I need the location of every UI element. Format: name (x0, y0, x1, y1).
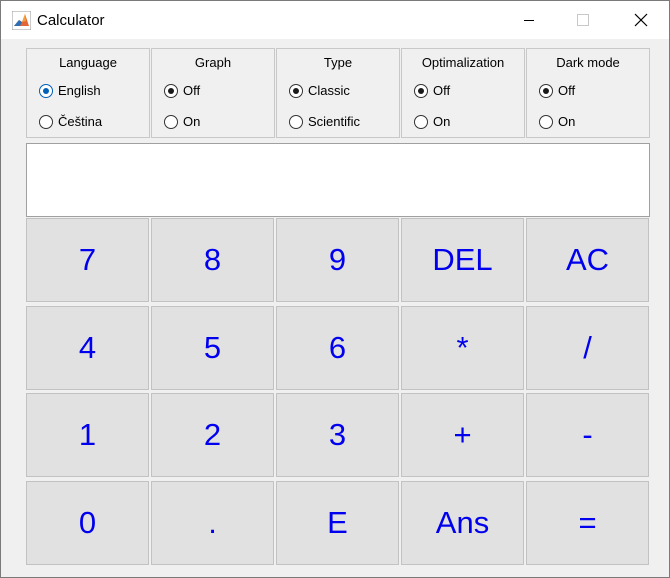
key-4[interactable]: 4 (26, 306, 149, 390)
radio-optimalization-on[interactable]: On (414, 114, 450, 129)
radio-label: Off (433, 83, 451, 98)
minimize-icon (524, 20, 534, 21)
calculator-display[interactable] (26, 143, 650, 217)
radio-type-scientific[interactable]: Scientific (289, 114, 360, 129)
title-bar: Calculator (1, 1, 669, 39)
maximize-icon (577, 14, 589, 26)
radio-label: Scientific (308, 114, 361, 129)
multiply-button[interactable]: * (401, 306, 524, 390)
radio-language-english[interactable]: English (39, 83, 101, 98)
key-9[interactable]: 9 (276, 218, 399, 302)
key-7[interactable]: 7 (26, 218, 149, 302)
add-button[interactable]: + (401, 393, 524, 477)
panel-title: Graph (194, 55, 232, 70)
radio-selected-icon[interactable] (164, 83, 178, 98)
key-5[interactable]: 5 (151, 306, 274, 390)
radio-type-classic[interactable]: Classic (289, 83, 350, 98)
matlab-logo-icon (12, 11, 31, 30)
close-icon (634, 13, 648, 27)
panel-title: Dark mode (556, 55, 620, 70)
radio-unselected-icon[interactable] (39, 114, 53, 129)
all-clear-button[interactable]: AC (526, 218, 649, 302)
equals-button[interactable]: = (526, 481, 649, 565)
divide-button[interactable]: / (526, 306, 649, 390)
radio-label: On (433, 114, 451, 129)
key-0[interactable]: 0 (26, 481, 149, 565)
radio-label: English (58, 83, 101, 98)
radio-label: On (558, 114, 576, 129)
calculator-window: Calculator Language English Čeština Grap… (0, 0, 670, 578)
window-title: Calculator (37, 12, 105, 29)
decimal-point-button[interactable]: . (151, 481, 274, 565)
key-6[interactable]: 6 (276, 306, 399, 390)
radio-selected-icon[interactable] (39, 83, 53, 98)
key-3[interactable]: 3 (276, 393, 399, 477)
language-panel: Language English Čeština (26, 48, 150, 138)
radio-label: On (183, 114, 201, 129)
radio-label: Off (558, 83, 576, 98)
radio-dark-mode-on[interactable]: On (539, 114, 575, 129)
graph-panel: Graph Off On (151, 48, 275, 138)
delete-button[interactable]: DEL (401, 218, 524, 302)
answer-button[interactable]: Ans (401, 481, 524, 565)
key-8[interactable]: 8 (151, 218, 274, 302)
radio-unselected-icon[interactable] (414, 114, 428, 129)
radio-selected-icon[interactable] (414, 83, 428, 98)
radio-unselected-icon[interactable] (164, 114, 178, 129)
radio-label: Off (183, 83, 201, 98)
radio-label: Čeština (58, 114, 103, 129)
panel-title: Optimalization (421, 55, 505, 70)
radio-unselected-icon[interactable] (539, 114, 553, 129)
dark-mode-panel: Dark mode Off On (526, 48, 650, 138)
radio-selected-icon[interactable] (289, 83, 303, 98)
panel-title: Type (323, 55, 353, 70)
radio-selected-icon[interactable] (539, 83, 553, 98)
radio-language-cestina[interactable]: Čeština (39, 114, 102, 129)
radio-graph-on[interactable]: On (164, 114, 200, 129)
radio-dark-mode-off[interactable]: Off (539, 83, 575, 98)
radio-unselected-icon[interactable] (289, 114, 303, 129)
optimalization-panel: Optimalization Off On (401, 48, 525, 138)
radio-label: Classic (308, 83, 350, 98)
subtract-button[interactable]: - (526, 393, 649, 477)
maximize-button[interactable] (560, 1, 606, 39)
key-2[interactable]: 2 (151, 393, 274, 477)
minimize-button[interactable] (506, 1, 552, 39)
key-1[interactable]: 1 (26, 393, 149, 477)
exponent-button[interactable]: E (276, 481, 399, 565)
panel-title: Language (59, 55, 117, 70)
type-panel: Type Classic Scientific (276, 48, 400, 138)
radio-graph-off[interactable]: Off (164, 83, 200, 98)
close-button[interactable] (618, 1, 664, 39)
radio-optimalization-off[interactable]: Off (414, 83, 450, 98)
